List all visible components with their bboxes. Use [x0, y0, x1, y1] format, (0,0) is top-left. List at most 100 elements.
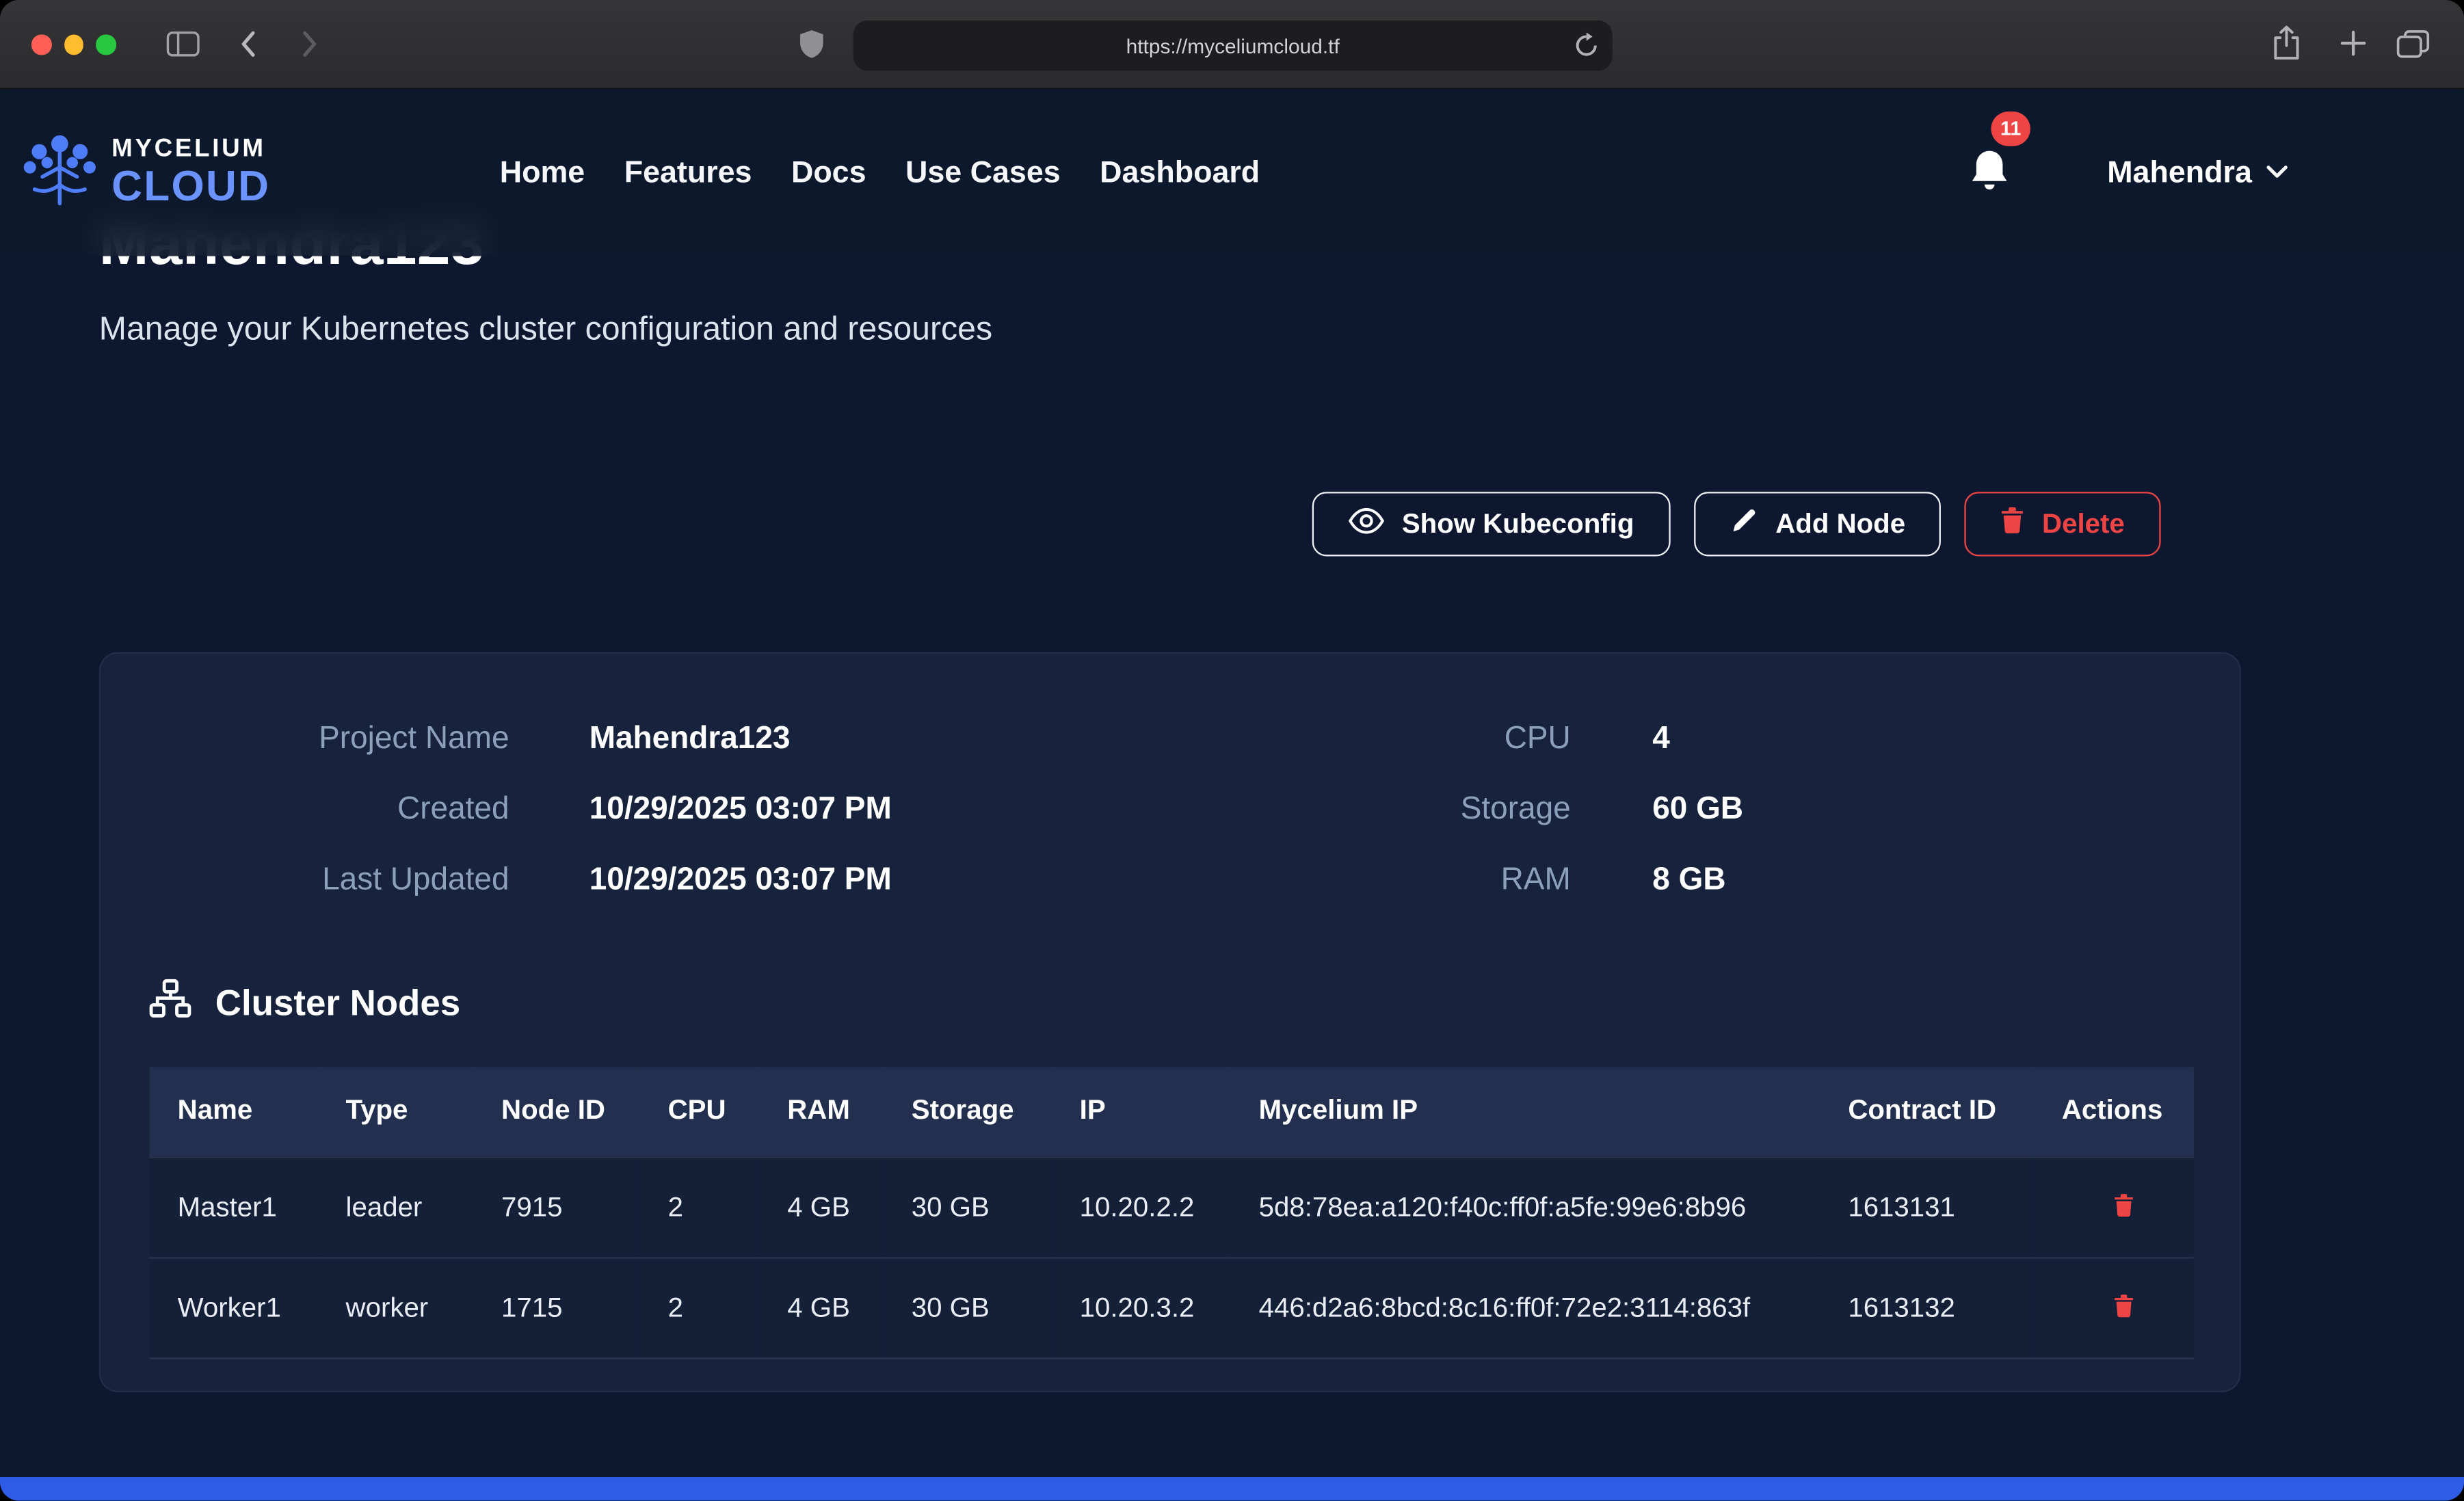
- cluster-nodes-table: Name Type Node ID CPU RAM Storage IP Myc…: [149, 1067, 2194, 1358]
- col-header-mycelium-ip: Mycelium IP: [1230, 1067, 1820, 1156]
- project-name-value: Mahendra123: [589, 721, 791, 758]
- delete-node-button[interactable]: [2104, 1186, 2143, 1228]
- nav-item-features[interactable]: Features: [624, 155, 752, 191]
- trash-icon: [2001, 506, 2024, 542]
- cpu-label: CPU: [1170, 721, 1571, 758]
- close-window-button[interactable]: [31, 35, 51, 55]
- reload-icon[interactable]: [1574, 31, 1598, 58]
- cell-ram: 4 GB: [759, 1156, 884, 1257]
- storage-value: 60 GB: [1652, 792, 1743, 828]
- nav-item-docs[interactable]: Docs: [791, 155, 866, 191]
- window-controls: [31, 35, 116, 55]
- user-name: Mahendra: [2107, 155, 2252, 191]
- cluster-nodes-title: Cluster Nodes: [215, 981, 460, 1024]
- storage-label: Storage: [1170, 792, 1571, 828]
- nav-item-home[interactable]: Home: [500, 155, 585, 191]
- col-header-type: Type: [317, 1067, 473, 1156]
- cell-contract-id: 1613131: [1820, 1156, 2034, 1257]
- table-row: Master1 leader 7915 2 4 GB 30 GB 10.20.2…: [149, 1156, 2194, 1257]
- cell-ram: 4 GB: [759, 1257, 884, 1357]
- cell-name: Worker1: [149, 1257, 317, 1357]
- tab-overview-icon[interactable]: [2396, 30, 2429, 60]
- cell-contract-id: 1613132: [1820, 1257, 2034, 1357]
- col-header-name: Name: [149, 1067, 317, 1156]
- delete-cluster-button[interactable]: Delete: [1965, 492, 2160, 556]
- share-icon[interactable]: [2273, 25, 2301, 62]
- ram-label: RAM: [1170, 863, 1571, 899]
- col-header-storage: Storage: [883, 1067, 1051, 1156]
- col-header-node-id: Node ID: [473, 1067, 640, 1156]
- notifications-button[interactable]: 11: [1961, 111, 2030, 201]
- project-name-label: Project Name: [149, 721, 509, 758]
- col-header-ram: RAM: [759, 1067, 884, 1156]
- info-row-storage: Storage 60 GB: [1170, 775, 2190, 845]
- delete-node-button[interactable]: [2104, 1286, 2143, 1329]
- minimize-window-button[interactable]: [64, 35, 83, 55]
- eye-icon: [1349, 507, 1385, 542]
- table-row: Worker1 worker 1715 2 4 GB 30 GB 10.20.3…: [149, 1257, 2194, 1357]
- cpu-value: 4: [1652, 721, 1670, 758]
- cell-ip: 10.20.2.2: [1051, 1156, 1230, 1257]
- page-subtitle: Manage your Kubernetes cluster configura…: [99, 311, 992, 349]
- cluster-info-left: Project Name Mahendra123 Created 10/29/2…: [149, 704, 1169, 916]
- nav-item-use-cases[interactable]: Use Cases: [905, 155, 1061, 191]
- trash-icon: [2113, 1299, 2134, 1322]
- ram-value: 8 GB: [1652, 863, 1725, 899]
- new-tab-icon[interactable]: [2340, 30, 2367, 57]
- sidebar-toggle-icon[interactable]: [167, 31, 200, 57]
- privacy-shield-icon[interactable]: [798, 28, 825, 59]
- last-updated-value: 10/29/2025 03:07 PM: [589, 863, 892, 899]
- sitemap-icon: [149, 979, 191, 1026]
- created-label: Created: [149, 792, 509, 828]
- forward-icon[interactable]: [302, 30, 319, 58]
- col-header-cpu: CPU: [639, 1067, 759, 1156]
- footer-strip: [0, 1477, 2464, 1500]
- viewport: https://myceliumcloud.tf Mahendra123: [0, 0, 2464, 1500]
- brand-name-bottom: CLOUD: [111, 165, 270, 208]
- chevron-down-icon: [2266, 159, 2288, 187]
- browser-toolbar: https://myceliumcloud.tf: [0, 0, 2464, 90]
- address-bar[interactable]: https://myceliumcloud.tf: [853, 21, 1613, 71]
- back-icon[interactable]: [239, 30, 256, 58]
- url-text: https://myceliumcloud.tf: [1126, 34, 1340, 57]
- trash-icon: [2113, 1198, 2134, 1221]
- cell-node-id: 1715: [473, 1257, 640, 1357]
- table-header-row: Name Type Node ID CPU RAM Storage IP Myc…: [149, 1067, 2194, 1156]
- cluster-nodes-heading: Cluster Nodes: [149, 979, 2190, 1026]
- zoom-window-button[interactable]: [96, 35, 116, 55]
- cell-name: Master1: [149, 1156, 317, 1257]
- info-row-project-name: Project Name Mahendra123: [149, 704, 1169, 774]
- brand-logo[interactable]: MYCELIUM CLOUD: [19, 131, 271, 215]
- delete-label: Delete: [2042, 507, 2125, 540]
- cluster-details-card: Project Name Mahendra123 Created 10/29/2…: [99, 652, 2241, 1392]
- cell-mycelium-ip: 446:d2a6:8bcd:8c16:ff0f:72e2:3114:863f: [1230, 1257, 1820, 1357]
- created-value: 10/29/2025 03:07 PM: [589, 792, 892, 828]
- cell-storage: 30 GB: [883, 1156, 1051, 1257]
- cluster-info-right: CPU 4 Storage 60 GB RAM 8 GB: [1170, 704, 2190, 916]
- cell-mycelium-ip: 5d8:78ea:a120:f40c:ff0f:a5fe:99e6:8b96: [1230, 1156, 1820, 1257]
- last-updated-label: Last Updated: [149, 863, 509, 899]
- notification-badge: 11: [1991, 111, 2030, 146]
- info-row-ram: RAM 8 GB: [1170, 845, 2190, 916]
- add-node-button[interactable]: Add Node: [1694, 492, 1942, 556]
- cluster-action-buttons: Show Kubeconfig Add Node Delete: [1312, 492, 2161, 556]
- add-node-label: Add Node: [1775, 507, 1905, 540]
- cell-cpu: 2: [639, 1257, 759, 1357]
- col-header-ip: IP: [1051, 1067, 1230, 1156]
- nav-item-dashboard[interactable]: Dashboard: [1100, 155, 1260, 191]
- top-navigation: MYCELIUM CLOUD Home Features Docs Use Ca…: [0, 90, 2464, 256]
- pencil-icon: [1730, 506, 1758, 542]
- cell-cpu: 2: [639, 1156, 759, 1257]
- show-kubeconfig-label: Show Kubeconfig: [1402, 507, 1634, 540]
- mycelium-logo-icon: [19, 131, 101, 215]
- show-kubeconfig-button[interactable]: Show Kubeconfig: [1312, 492, 1670, 556]
- cell-type: worker: [317, 1257, 473, 1357]
- col-header-actions: Actions: [2033, 1067, 2193, 1156]
- nav-links: Home Features Docs Use Cases Dashboard: [500, 90, 1260, 256]
- user-menu[interactable]: Mahendra: [2107, 90, 2288, 256]
- cell-type: leader: [317, 1156, 473, 1257]
- info-row-cpu: CPU 4: [1170, 704, 2190, 774]
- info-row-last-updated: Last Updated 10/29/2025 03:07 PM: [149, 845, 1169, 916]
- col-header-contract-id: Contract ID: [1820, 1067, 2034, 1156]
- browser-window: https://myceliumcloud.tf Mahendra123: [0, 0, 2464, 1500]
